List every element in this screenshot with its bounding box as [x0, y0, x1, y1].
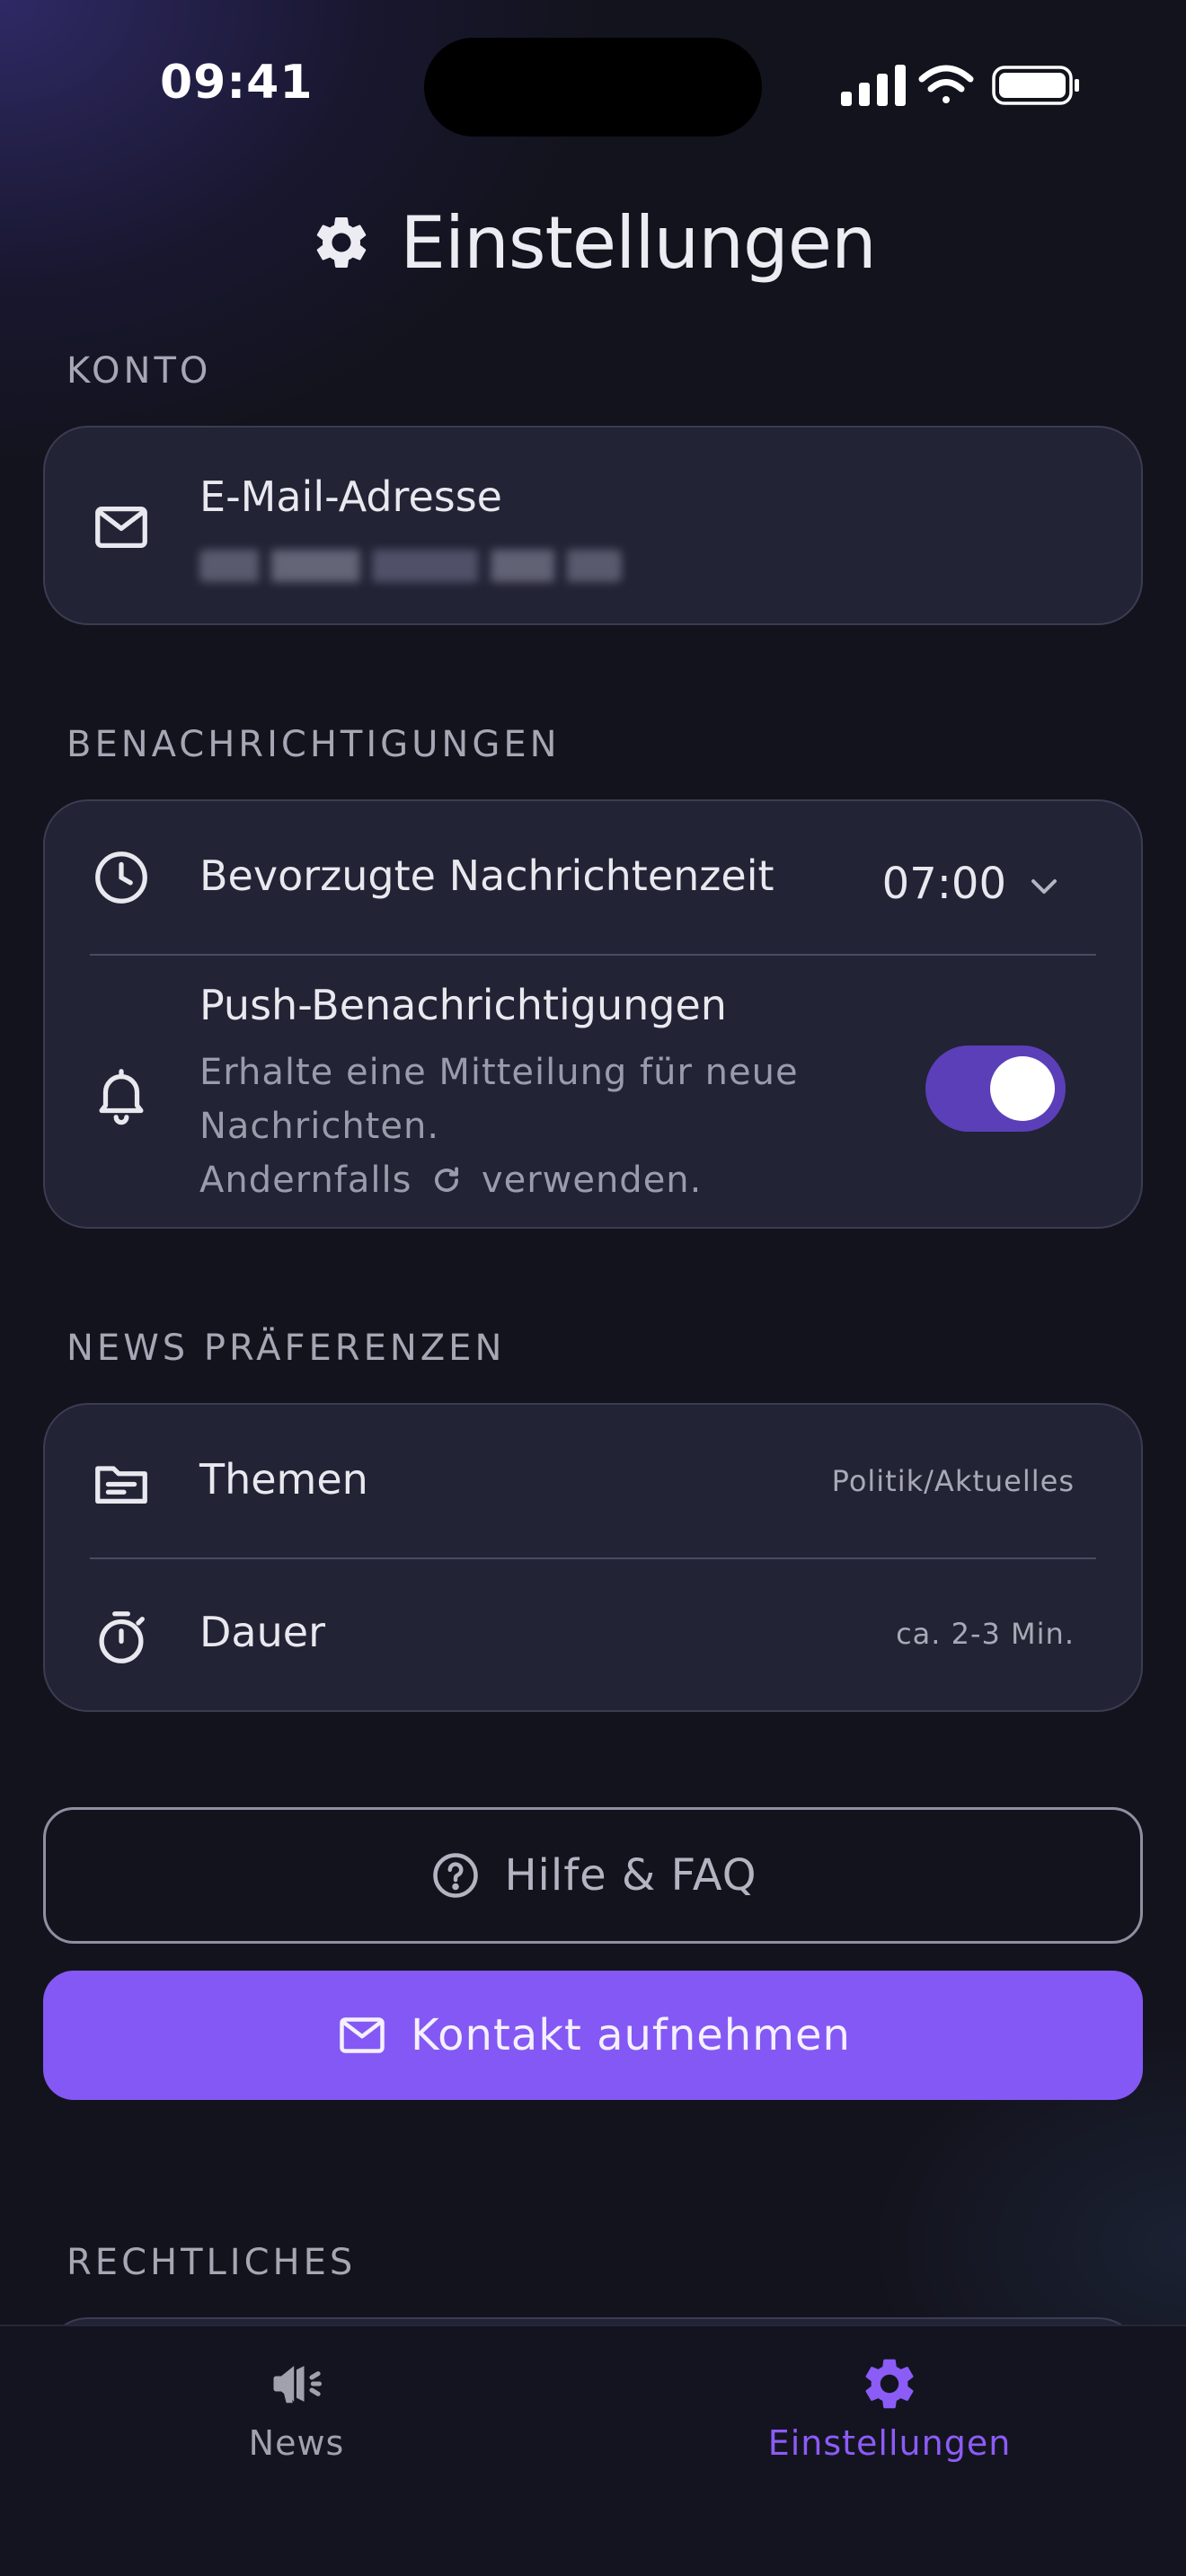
- preferred-time-row[interactable]: Bevorzugte Nachrichtenzeit 07:00: [45, 801, 1141, 954]
- preferred-time-label: Bevorzugte Nachrichtenzeit: [199, 851, 774, 900]
- account-card: E-Mail-Adresse: [43, 426, 1143, 625]
- tab-news[interactable]: News: [117, 2353, 476, 2463]
- dynamic-island: [424, 38, 762, 137]
- megaphone-icon: [273, 2366, 323, 2404]
- push-notifications-description: Erhalte eine Mitteilung für neue Nachric…: [199, 1045, 799, 1207]
- tab-bar: News Einstellungen: [0, 2325, 1186, 2576]
- notifications-card: Bevorzugte Nachrichtenzeit 07:00 Push-Be…: [43, 799, 1143, 1229]
- folder-icon: [95, 1466, 147, 1504]
- mail-icon: [340, 2017, 385, 2053]
- stopwatch-icon: [99, 1611, 145, 1663]
- signal-icon: [841, 65, 906, 106]
- settings-screen: 09:41 Einstellungen KONTO E-Mail-Adresse…: [0, 0, 1186, 2576]
- topics-value: Politik/Aktuelles: [831, 1464, 1075, 1498]
- tab-news-label: News: [248, 2423, 345, 2463]
- duration-row[interactable]: Dauer ca. 2-3 Min.: [45, 1559, 1141, 1710]
- page-title: Einstellungen: [400, 200, 876, 285]
- status-time: 09:41: [160, 56, 314, 110]
- help-circle-icon: [433, 1853, 479, 1898]
- help-faq-button[interactable]: Hilfe & FAQ: [43, 1807, 1143, 1944]
- contact-button[interactable]: Kontakt aufnehmen: [43, 1971, 1143, 2100]
- push-notifications-label: Push-Benachrichtigungen: [199, 981, 727, 1029]
- duration-label: Dauer: [199, 1608, 325, 1656]
- bell-icon: [99, 1069, 144, 1125]
- push-notifications-toggle[interactable]: [925, 1045, 1066, 1132]
- section-label-news-preferences: NEWS PRÄFERENZEN: [66, 1328, 506, 1369]
- duration-value: ca. 2-3 Min.: [896, 1617, 1075, 1651]
- status-icons: [841, 65, 1079, 106]
- topics-row[interactable]: Themen Politik/Aktuelles: [45, 1405, 1141, 1557]
- battery-icon: [992, 66, 1079, 105]
- contact-label: Kontakt aufnehmen: [411, 2010, 851, 2060]
- push-desc-line-2: Nachrichten.: [199, 1106, 440, 1147]
- section-label-account: KONTO: [66, 350, 212, 392]
- preferred-time-value[interactable]: 07:00: [882, 859, 1006, 909]
- gear-icon: [317, 216, 367, 268]
- section-label-notifications: BENACHRICHTIGUNGEN: [66, 724, 561, 765]
- push-desc-line-3-before: Andernfalls: [199, 1160, 412, 1201]
- clock-icon: [95, 851, 147, 904]
- news-preferences-card: Themen Politik/Aktuelles Dauer ca. 2-3 M…: [43, 1403, 1143, 1712]
- tab-settings[interactable]: Einstellungen: [710, 2353, 1069, 2463]
- toggle-knob: [990, 1056, 1055, 1121]
- email-label: E-Mail-Adresse: [199, 472, 502, 521]
- push-desc-line-1: Erhalte eine Mitteilung für neue: [199, 1052, 799, 1093]
- help-faq-label: Hilfe & FAQ: [504, 1850, 757, 1901]
- email-row[interactable]: E-Mail-Adresse: [45, 428, 1141, 623]
- refresh-icon: [435, 1167, 459, 1192]
- gear-icon: [865, 2359, 914, 2409]
- push-desc-line-3: Andernfalls verwenden.: [199, 1153, 799, 1207]
- chevron-down-icon[interactable]: [1026, 873, 1062, 900]
- section-label-legal: RECHTLICHES: [66, 2242, 357, 2283]
- push-desc-line-3-after: verwenden.: [481, 1160, 703, 1201]
- topics-label: Themen: [199, 1455, 368, 1504]
- email-value-redacted: [199, 550, 622, 582]
- wifi-icon: [918, 65, 974, 103]
- tab-settings-label: Einstellungen: [767, 2423, 1012, 2463]
- mail-icon: [95, 506, 147, 549]
- page-header: Einstellungen: [0, 198, 1186, 287]
